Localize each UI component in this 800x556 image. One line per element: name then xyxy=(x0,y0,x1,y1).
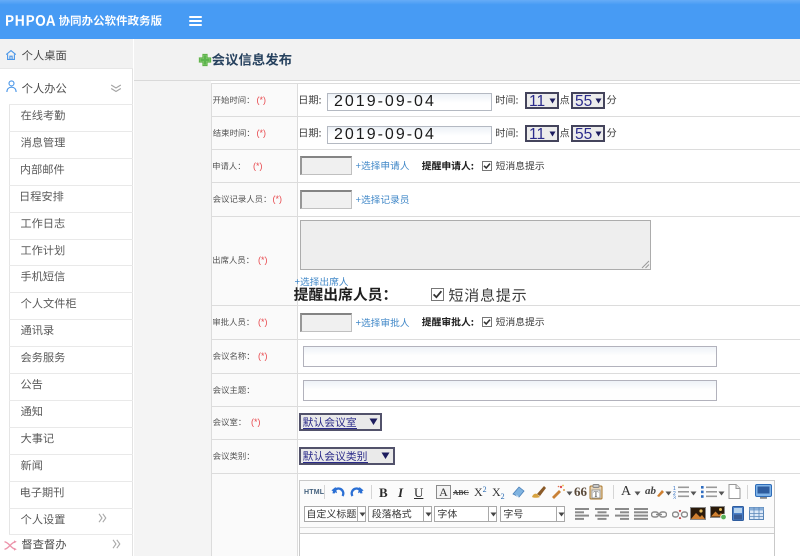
svg-text:3: 3 xyxy=(673,496,676,500)
svg-text:A: A xyxy=(439,485,448,499)
svg-text:T: T xyxy=(594,490,599,499)
